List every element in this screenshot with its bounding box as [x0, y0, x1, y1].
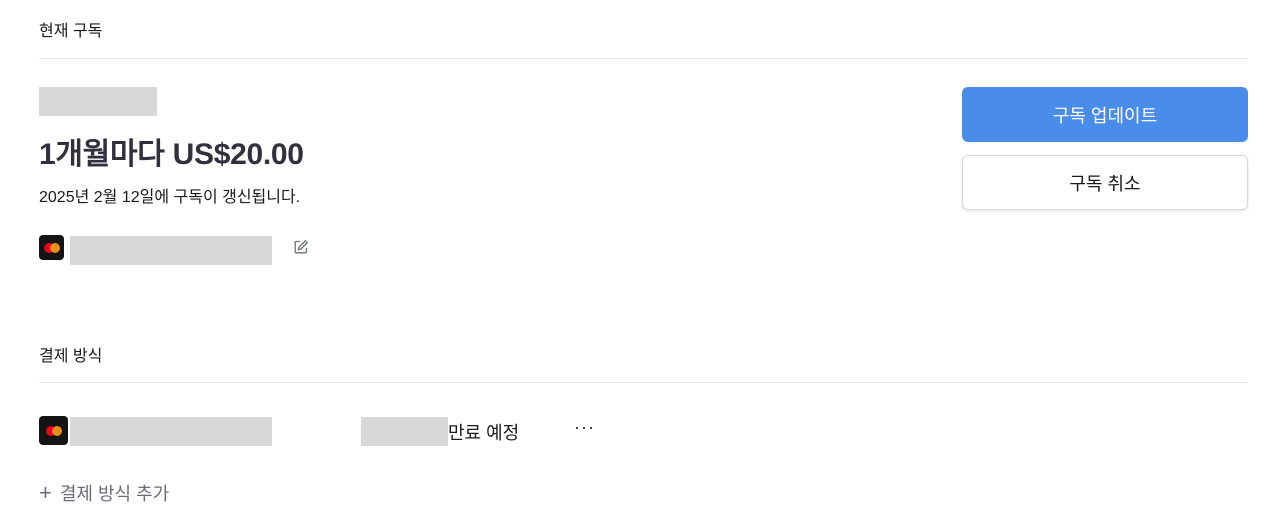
- section-divider: [39, 382, 1247, 383]
- payment-method-row: 만료 예정 ···: [39, 414, 599, 448]
- cancel-subscription-button[interactable]: 구독 취소: [962, 155, 1248, 210]
- plus-icon: +: [39, 480, 52, 505]
- add-payment-method-label: 결제 방식 추가: [59, 484, 170, 504]
- add-payment-method-button[interactable]: + 결제 방식 추가: [39, 480, 169, 506]
- card-expiry-redacted: [361, 417, 448, 446]
- payment-methods-heading: 결제 방식: [39, 348, 103, 365]
- expiring-soon-badge: 만료 예정: [448, 423, 520, 443]
- more-options-button[interactable]: ···: [574, 417, 595, 438]
- edit-icon[interactable]: [293, 239, 309, 255]
- mastercard-icon: [39, 235, 64, 260]
- current-subscription-heading: 현재 구독: [39, 23, 103, 40]
- card-number-redacted: [70, 236, 272, 265]
- update-subscription-button[interactable]: 구독 업데이트: [962, 87, 1248, 142]
- plan-name-redacted: [39, 87, 157, 116]
- plan-price: 1개월마다 US$20.00: [39, 138, 304, 171]
- section-divider: [39, 58, 1247, 59]
- card-number-redacted: [70, 417, 272, 446]
- mastercard-icon: [39, 416, 68, 445]
- renewal-date-text: 2025년 2월 12일에 구독이 갱신됩니다.: [39, 189, 301, 206]
